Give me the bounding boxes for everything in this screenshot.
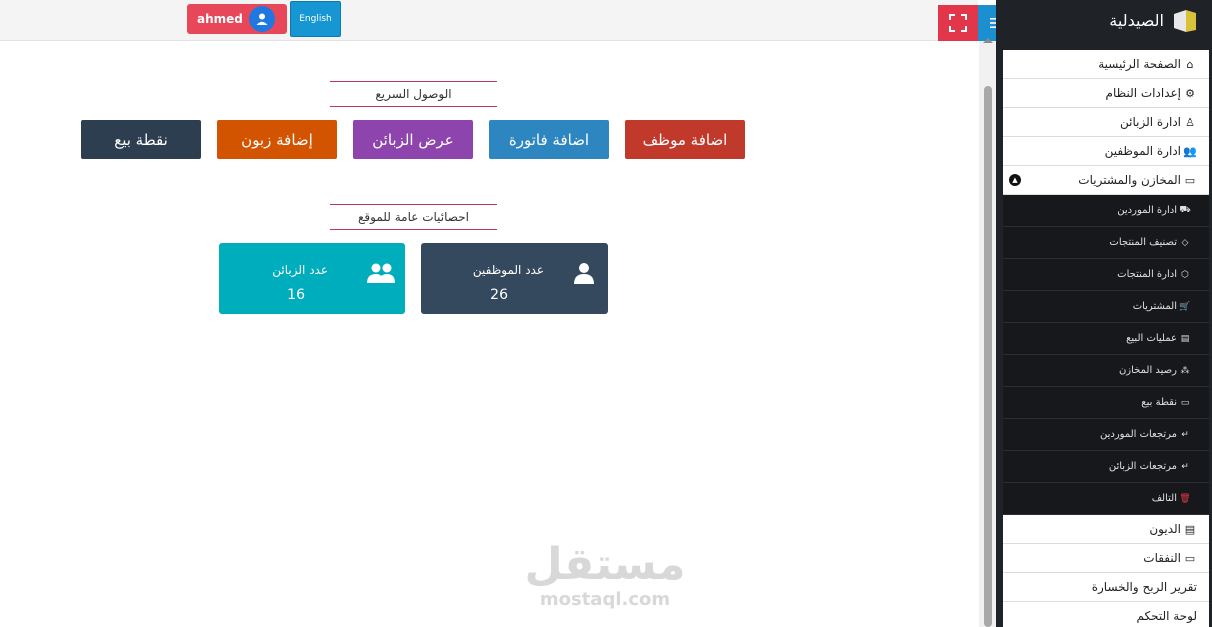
sidebar-nav: الصفحة الرئيسية ⌂ إعدادات النظام ⚙ ادارة… [1003, 50, 1209, 627]
window-icon: ▭ [1184, 173, 1196, 187]
sidebar-item-label: المخازن والمشتريات [1078, 173, 1181, 187]
brand-title: الصيدلية [1109, 11, 1164, 30]
fullscreen-icon [949, 14, 967, 32]
sidebar-subitem-label: ادارة الموردين [1117, 205, 1177, 216]
sidebar-subitem-label: مرتجعات الزبائن [1108, 461, 1177, 472]
sidebar-item-expenses[interactable]: النفقات ▭ [1003, 544, 1209, 573]
sidebar-subitem-damaged[interactable]: التالف 🗑 [1003, 483, 1209, 515]
add-employee-button[interactable]: اضافة موظف [625, 120, 745, 159]
sidebar-item-label: لوحة التحكم [1136, 609, 1198, 623]
users-icon: 👥 [1183, 144, 1197, 158]
stats-title: احصائيات عامة للموقع [330, 204, 497, 230]
watermark-english: mostaql.com [539, 589, 671, 610]
user-menu-button[interactable]: ahmed [187, 4, 287, 34]
sidebar-subitem-categories[interactable]: تصنيف المنتجات ◇ [1003, 227, 1209, 259]
quick-access-title: الوصول السريع [330, 81, 497, 107]
sidebar-item-debts[interactable]: الديون ▤ [1003, 515, 1209, 544]
fullscreen-button[interactable] [938, 5, 978, 41]
window-icon: ▭ [1184, 551, 1196, 565]
cart-icon: 🛒 [1179, 301, 1191, 312]
add-customer-button[interactable]: إضافة زبون [217, 120, 337, 159]
sidebar-item-dashboard[interactable]: لوحة التحكم [1003, 602, 1209, 627]
sidebar-subitem-customer-returns[interactable]: مرتجعات الزبائن ↵ [1003, 451, 1209, 483]
sidebar-item-employees[interactable]: ادارة الموظفين 👥 [1003, 137, 1209, 166]
return-icon: ↵ [1181, 461, 1189, 472]
customers-count-card[interactable]: عدد الزبائن 16 [219, 243, 405, 314]
sidebar-item-label: تقرير الربح والخسارة [1091, 580, 1197, 594]
sidebar-subitem-label: المشتريات [1132, 301, 1177, 312]
sidebar-subitem-label: نقطة بيع [1141, 397, 1177, 408]
sidebar-subitem-label: مرتجعات الموردين [1099, 429, 1177, 440]
user-avatar-icon [249, 6, 275, 32]
list-icon: ▤ [1180, 333, 1190, 344]
sidebar-item-label: إعدادات النظام [1105, 86, 1181, 100]
sidebar-item-settings[interactable]: إعدادات النظام ⚙ [1003, 79, 1209, 108]
brand[interactable]: الصيدلية [996, 0, 1212, 41]
sidebar-subitem-label: عمليات البيع [1126, 333, 1177, 344]
sidebar-subitem-label: رصيد المخازن [1118, 365, 1177, 376]
sidebar-subitem-label: التالف [1151, 493, 1177, 504]
view-customers-button[interactable]: عرض الزبائن [353, 120, 473, 159]
sidebar-item-label: النفقات [1143, 551, 1181, 565]
chevron-up-icon[interactable]: ▲ [1009, 174, 1021, 186]
language-switch-button[interactable]: English [290, 1, 341, 37]
employees-count-card[interactable]: عدد الموظفين 26 [421, 243, 608, 314]
sidebar-item-label: الديون [1149, 522, 1181, 536]
return-icon: ↵ [1181, 429, 1189, 440]
mostaql-watermark: مستقل mostaql.com [520, 540, 690, 610]
stat-value: 16 [287, 287, 305, 303]
stat-value: 26 [490, 287, 508, 303]
home-icon: ⌂ [1186, 57, 1194, 71]
sidebar-subitem-pos[interactable]: نقطة بيع ▭ [1003, 387, 1209, 419]
cubes-icon: ⁂ [1180, 365, 1190, 376]
sidebar-item-home[interactable]: الصفحة الرئيسية ⌂ [1003, 50, 1209, 79]
sidebar-subitem-supplier-returns[interactable]: مرتجعات الموردين ↵ [1003, 419, 1209, 451]
sidebar-item-label: ادارة الموظفين [1104, 144, 1181, 158]
tag-icon: ◇ [1181, 237, 1189, 248]
sidebar-item-label: الصفحة الرئيسية [1098, 57, 1181, 71]
stat-label: عدد الموظفين [472, 263, 544, 277]
sidebar-subitem-label: ادارة المنتجات [1117, 269, 1177, 280]
stat-label: عدد الزبائن [272, 263, 328, 277]
scroll-up-arrow-icon[interactable] [983, 38, 993, 43]
card-icon: ▭ [1180, 397, 1190, 408]
sidebar-item-customers[interactable]: ادارة الزبائن ♙ [1003, 108, 1209, 137]
sidebar-subitem-suppliers[interactable]: ادارة الموردين ⛟ [1003, 195, 1209, 227]
user-icon [572, 261, 596, 289]
truck-icon: ⛟ [1179, 205, 1191, 215]
pharmacy-logo-icon [1172, 8, 1198, 34]
sidebar-subitem-stock[interactable]: رصيد المخازن ⁂ [1003, 355, 1209, 387]
users-icon [367, 261, 395, 289]
trash-icon: 🗑 [1179, 493, 1191, 504]
scrollbar-thumb[interactable] [984, 86, 992, 627]
sidebar-item-label: ادارة الزبائن [1120, 115, 1181, 129]
sidebar-submenu: ادارة الموردين ⛟ تصنيف المنتجات ◇ ادارة … [1003, 195, 1209, 515]
sidebar-item-warehouses[interactable]: ▲ المخازن والمشتريات ▭ [1003, 166, 1209, 195]
point-of-sale-button[interactable]: نقطة بيع [81, 120, 201, 159]
sidebar-subitem-label: تصنيف المنتجات [1109, 237, 1177, 248]
sidebar-subitem-products[interactable]: ادارة المنتجات ⬡ [1003, 259, 1209, 291]
list-icon: ▤ [1184, 522, 1196, 536]
sidebar-item-profit-loss[interactable]: تقرير الربح والخسارة [1003, 573, 1209, 602]
user-icon: ♙ [1185, 115, 1195, 129]
gear-icon: ⚙ [1185, 86, 1195, 100]
box-icon: ⬡ [1181, 269, 1189, 280]
add-invoice-button[interactable]: اضافة فاتورة [489, 120, 609, 159]
top-bar [0, 0, 978, 41]
user-name: ahmed [197, 12, 243, 26]
sidebar-subitem-purchases[interactable]: المشتريات 🛒 [1003, 291, 1209, 323]
watermark-arabic: مستقل [524, 539, 686, 590]
sidebar-subitem-sales[interactable]: عمليات البيع ▤ [1003, 323, 1209, 355]
